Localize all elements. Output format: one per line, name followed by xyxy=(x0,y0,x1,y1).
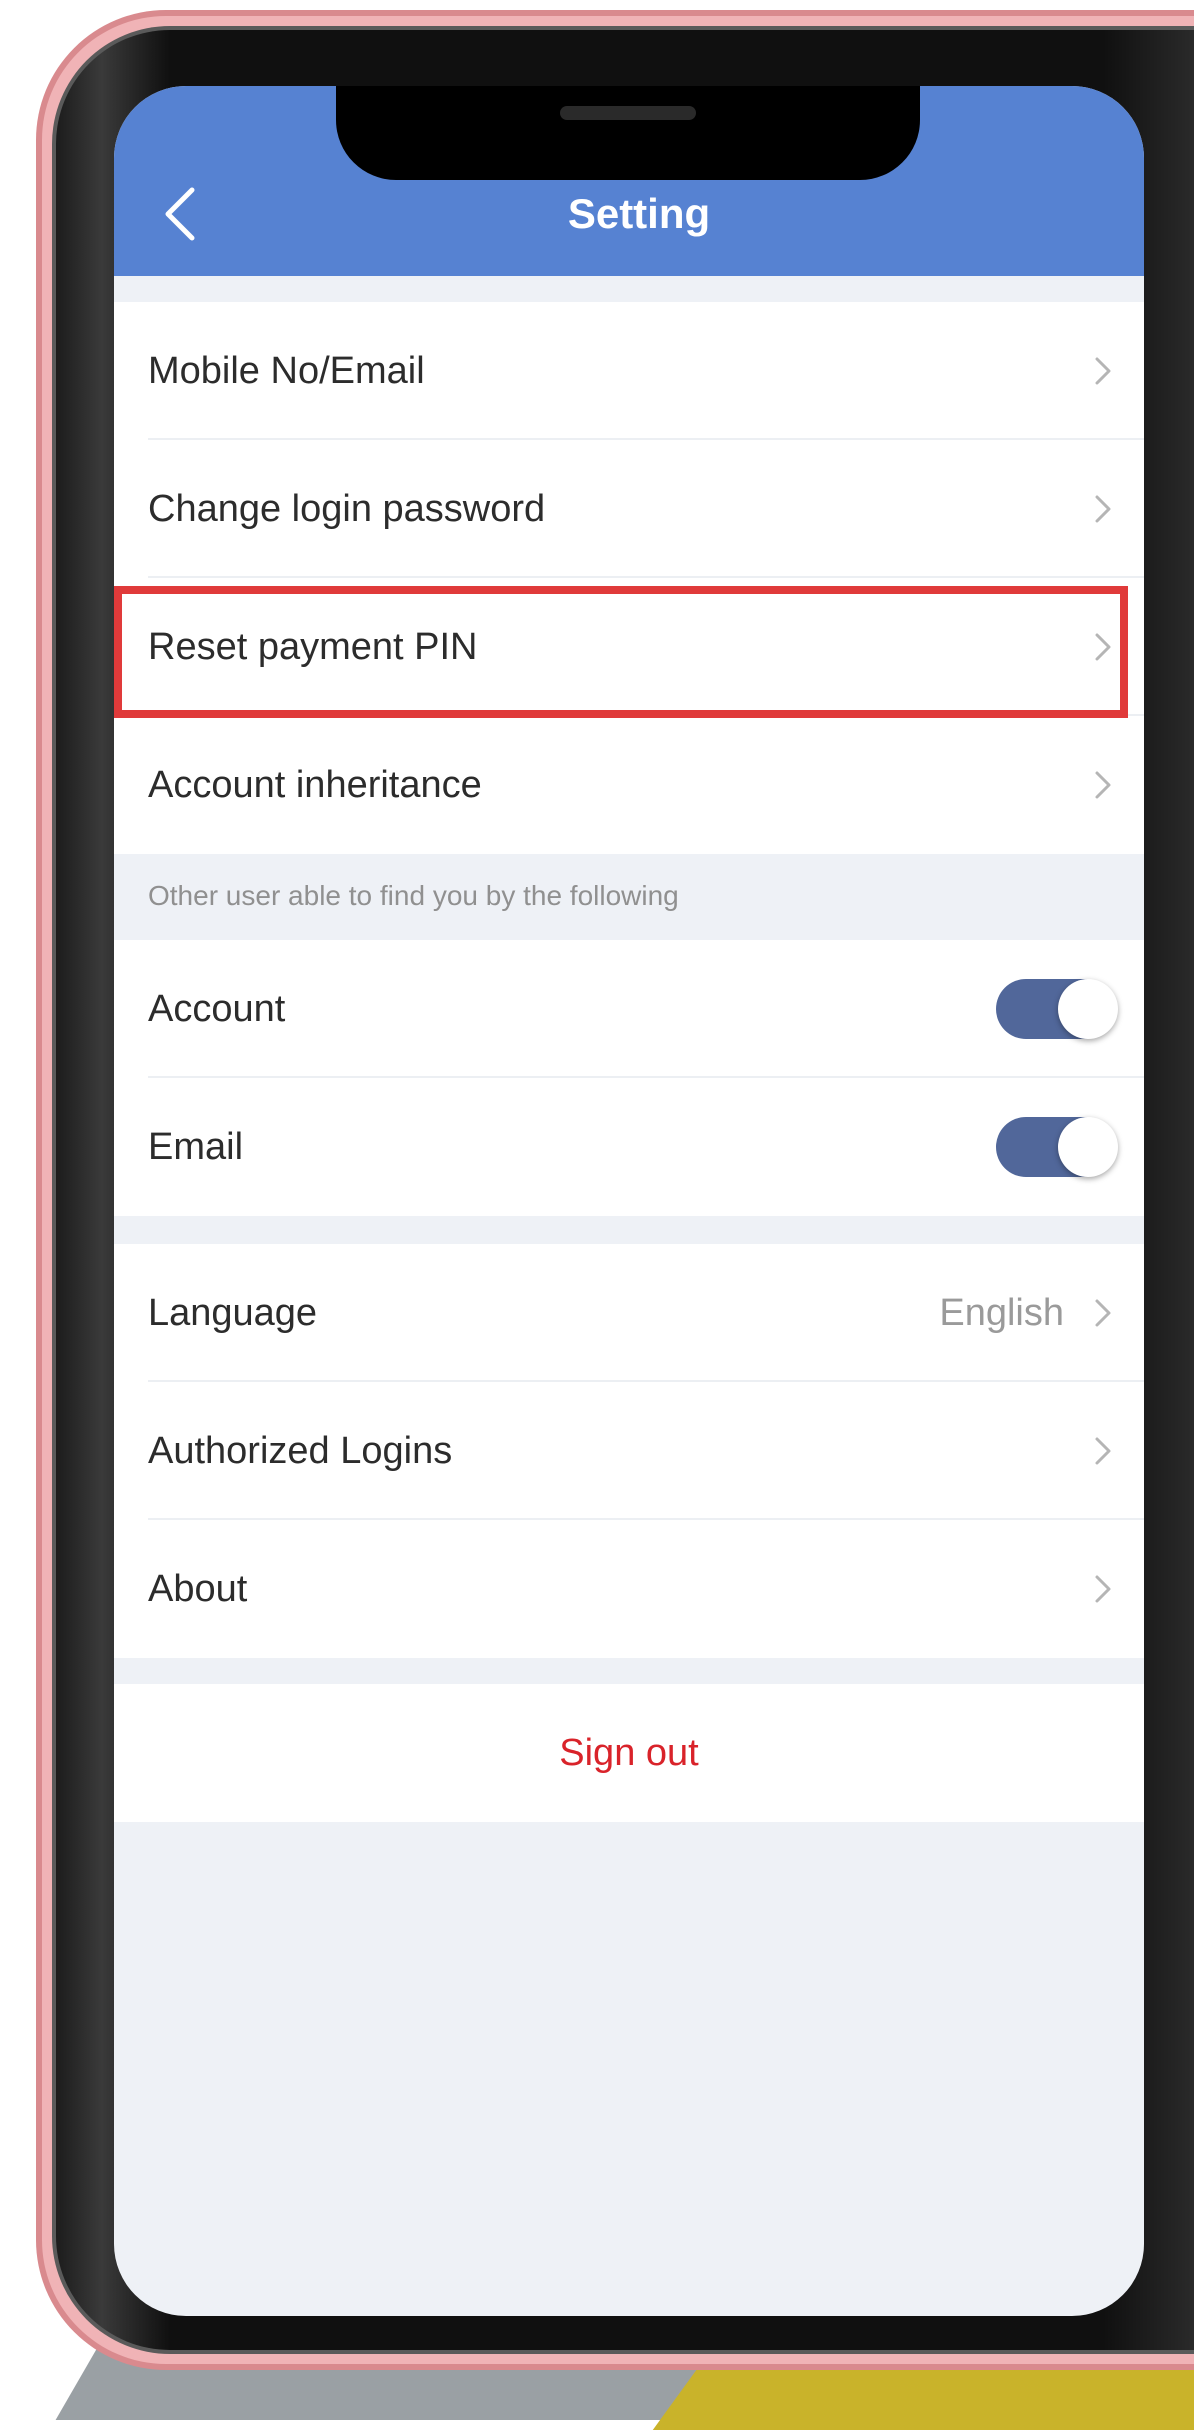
page-title: Setting xyxy=(567,190,711,237)
settings-item-mobile-email[interactable]: Mobile No/Email xyxy=(114,302,1144,440)
settings-item-label: Reset payment PIN xyxy=(148,625,478,668)
phone-case: Setting Mobile No/Email Change login pas… xyxy=(36,10,1194,2370)
settings-item-language[interactable]: Language English xyxy=(114,1244,1144,1382)
settings-item-about[interactable]: About xyxy=(114,1520,1144,1658)
settings-item-label: Mobile No/Email xyxy=(148,349,425,392)
phone-screen: Setting Mobile No/Email Change login pas… xyxy=(114,86,1144,2316)
settings-item-label: Language xyxy=(148,1291,318,1334)
chevron-right-icon xyxy=(1095,1575,1111,1603)
chevron-right-icon xyxy=(1095,357,1111,385)
discovery-settings-group: Account Email xyxy=(114,940,1144,1216)
chevron-right-icon xyxy=(1095,633,1111,661)
settings-item-account-inheritance[interactable]: Account inheritance xyxy=(114,716,1144,854)
settings-item-label: Change login password xyxy=(148,487,546,530)
settings-item-label: Account xyxy=(148,987,286,1030)
account-visibility-toggle[interactable] xyxy=(996,979,1118,1039)
sign-out-label: Sign out xyxy=(559,1731,699,1774)
phone-notch xyxy=(336,86,920,180)
sign-out-button[interactable]: Sign out xyxy=(114,1684,1144,1822)
settings-item-label: Authorized Logins xyxy=(148,1429,453,1472)
chevron-right-icon xyxy=(1095,495,1111,523)
settings-item-reset-payment-pin[interactable]: Reset payment PIN xyxy=(114,578,1144,716)
toggle-knob xyxy=(1058,979,1118,1039)
email-visibility-toggle[interactable] xyxy=(996,1117,1118,1177)
settings-item-email-visibility: Email xyxy=(114,1078,1144,1216)
settings-item-label: Account inheritance xyxy=(148,763,482,806)
language-value: English xyxy=(939,1291,1064,1334)
settings-item-label: Email xyxy=(148,1125,244,1168)
settings-item-account-visibility: Account xyxy=(114,940,1144,1078)
section-note: Other user able to find you by the follo… xyxy=(148,880,679,911)
settings-item-label: About xyxy=(148,1567,248,1610)
settings-item-change-login-password[interactable]: Change login password xyxy=(114,440,1144,578)
chevron-right-icon xyxy=(1095,1437,1111,1465)
speaker-grille xyxy=(560,106,696,120)
general-settings-group: Language English Authorized Logins About xyxy=(114,1244,1144,1658)
toggle-knob xyxy=(1058,1117,1118,1177)
settings-item-authorized-logins[interactable]: Authorized Logins xyxy=(114,1382,1144,1520)
chevron-right-icon xyxy=(1095,1299,1111,1327)
chevron-right-icon xyxy=(1095,771,1111,799)
account-settings-group: Mobile No/Email Change login password Re… xyxy=(114,302,1144,854)
phone-bezel: Setting Mobile No/Email Change login pas… xyxy=(52,26,1194,2354)
